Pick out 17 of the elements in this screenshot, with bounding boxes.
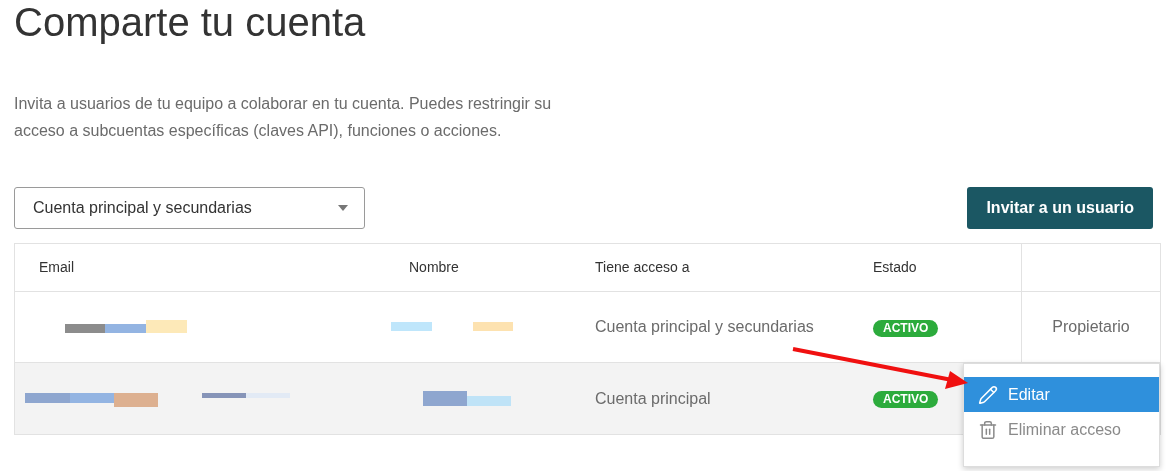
column-header: Tiene acceso a <box>595 259 690 275</box>
pencil-icon <box>978 384 998 405</box>
role-text: Propietario <box>1052 317 1130 337</box>
column-header: Estado <box>873 259 917 275</box>
status-badge: ACTIVO <box>873 319 939 337</box>
column-header: Nombre <box>409 259 459 275</box>
status-badge: ACTIVO <box>873 391 939 408</box>
column-header: Email <box>39 259 74 275</box>
invite-button[interactable]: Invitar a un usuario <box>967 187 1153 229</box>
description-text: Invita a usuarios de tu equipo a colaborar en tu cuenta. Puedes restringir su acceso a subcuentas específicas (claves API), funciones o acciones. <box>14 94 553 141</box>
account-select[interactable]: Cuenta principal y secundarias <box>14 187 365 229</box>
caret-icon <box>338 205 348 211</box>
access-text: Cuenta principal y secundarias <box>595 318 814 335</box>
access-text: Cuenta principal <box>595 389 711 407</box>
trash-icon <box>978 419 998 440</box>
menu-item[interactable]: Eliminar acceso <box>964 412 1159 447</box>
page-title: Comparte tu cuenta <box>14 0 366 46</box>
